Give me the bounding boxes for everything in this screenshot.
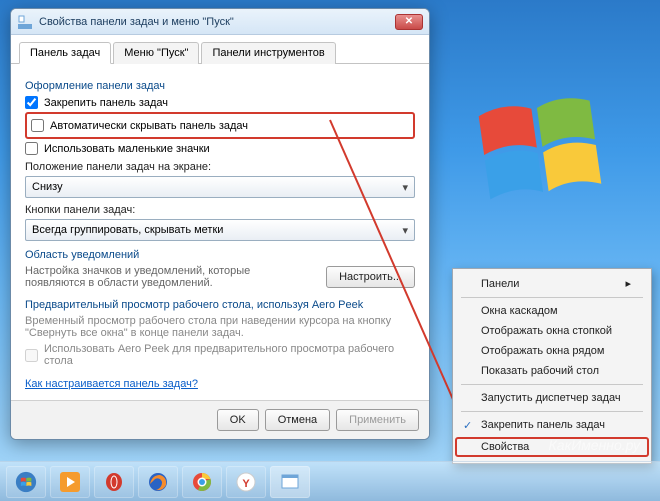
taskbar-properties-dialog: Свойства панели задач и меню "Пуск" ✕ Па… <box>10 8 430 440</box>
yandex-icon[interactable]: Y <box>226 466 266 498</box>
group-design: Оформление панели задач <box>25 80 415 92</box>
tab-toolbars[interactable]: Панели инструментов <box>201 42 335 64</box>
separator <box>461 297 643 298</box>
combo-buttons[interactable]: Всегда группировать, скрывать метки▾ <box>25 219 415 241</box>
titlebar[interactable]: Свойства панели задач и меню "Пуск" ✕ <box>11 9 429 35</box>
group-peek: Предварительный просмотр рабочего стола,… <box>25 299 415 311</box>
separator <box>461 411 643 412</box>
tab-strip: Панель задач Меню "Пуск" Панели инструме… <box>11 35 429 64</box>
explorer-window-icon[interactable] <box>270 466 310 498</box>
notification-text: Настройка значков и уведомлений, которые… <box>25 265 285 289</box>
start-button[interactable] <box>6 466 46 498</box>
tab-start-menu[interactable]: Меню "Пуск" <box>113 42 199 64</box>
firefox-icon[interactable] <box>138 466 178 498</box>
menu-side[interactable]: Отображать окна рядом <box>455 341 649 361</box>
opera-icon[interactable] <box>94 466 134 498</box>
separator <box>461 384 643 385</box>
menu-lock-taskbar[interactable]: Закрепить панель задач <box>455 415 649 435</box>
tab-content: Оформление панели задач Закрепить панель… <box>11 64 429 400</box>
checkbox-autohide-input[interactable] <box>31 119 44 132</box>
dialog-title: Свойства панели задач и меню "Пуск" <box>39 16 395 28</box>
chevron-right-icon: ▸ <box>625 277 631 290</box>
help-link[interactable]: Как настраивается панель задач? <box>25 378 198 390</box>
chevron-down-icon: ▾ <box>402 224 408 237</box>
media-player-icon[interactable] <box>50 466 90 498</box>
checkbox-autohide[interactable]: Автоматически скрывать панель задач <box>31 119 409 132</box>
label-position: Положение панели задач на экране: <box>25 161 415 173</box>
close-button[interactable]: ✕ <box>395 14 423 30</box>
taskbar[interactable]: Y <box>0 461 660 501</box>
checkbox-peek-input <box>25 349 38 362</box>
menu-cascade[interactable]: Окна каскадом <box>455 301 649 321</box>
checkbox-lock[interactable]: Закрепить панель задач <box>25 96 415 109</box>
peek-text: Временный просмотр рабочего стола при на… <box>25 315 415 339</box>
menu-taskmgr[interactable]: Запустить диспетчер задач <box>455 388 649 408</box>
ok-button[interactable]: OK <box>217 409 259 431</box>
highlight-autohide: Автоматически скрывать панель задач <box>25 112 415 139</box>
menu-stack[interactable]: Отображать окна стопкой <box>455 321 649 341</box>
checkbox-small-icons[interactable]: Использовать маленькие значки <box>25 142 415 155</box>
checkbox-small-input[interactable] <box>25 142 38 155</box>
checkbox-peek[interactable]: Использовать Aero Peek для предварительн… <box>25 343 415 367</box>
menu-show-desktop[interactable]: Показать рабочий стол <box>455 361 649 381</box>
customize-button[interactable]: Настроить... <box>326 266 415 288</box>
group-notification: Область уведомлений <box>25 249 415 261</box>
menu-panels[interactable]: Панели▸ <box>455 273 649 294</box>
svg-text:Y: Y <box>242 478 250 490</box>
watermark: КакИменно.ру <box>549 437 640 453</box>
chevron-down-icon: ▾ <box>402 181 408 194</box>
system-icon <box>17 14 33 30</box>
windows-logo <box>470 80 610 220</box>
cancel-button[interactable]: Отмена <box>265 409 330 431</box>
dialog-footer: OK Отмена Применить <box>11 400 429 439</box>
combo-position[interactable]: Снизу▾ <box>25 176 415 198</box>
taskbar-context-menu: Панели▸ Окна каскадом Отображать окна ст… <box>452 268 652 464</box>
checkbox-lock-input[interactable] <box>25 96 38 109</box>
chrome-icon[interactable] <box>182 466 222 498</box>
tab-taskbar[interactable]: Панель задач <box>19 42 111 64</box>
apply-button[interactable]: Применить <box>336 409 419 431</box>
label-buttons: Кнопки панели задач: <box>25 204 415 216</box>
